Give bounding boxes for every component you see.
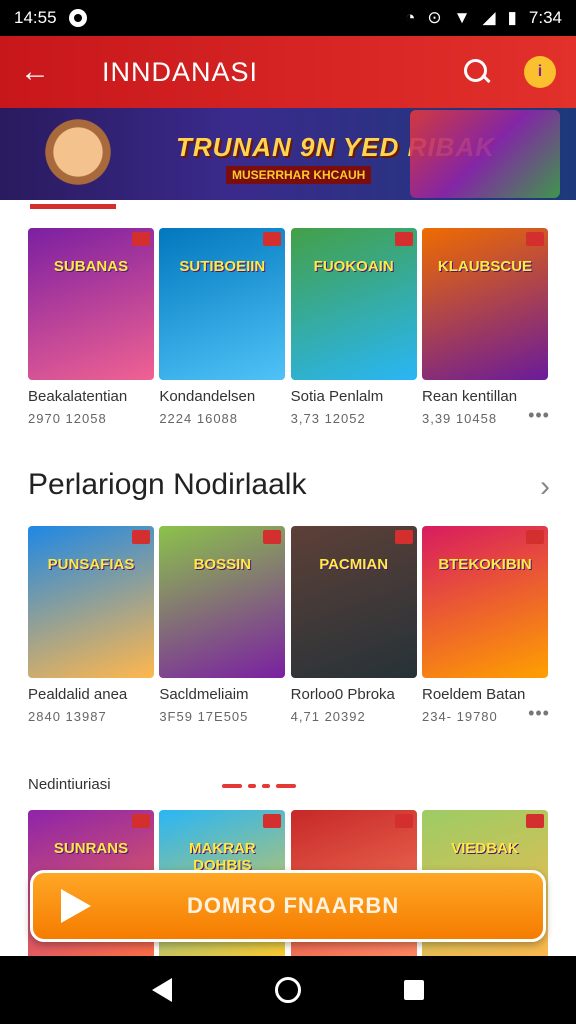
game-art-title: SUNRANS bbox=[53, 840, 129, 857]
game-thumbnail[interactable]: BOSSIN bbox=[159, 526, 286, 678]
ad-badge bbox=[394, 814, 413, 828]
banner-character-image bbox=[18, 116, 138, 200]
game-art-title: FUOKOAIN bbox=[313, 258, 394, 275]
game-thumbnail[interactable]: FUOKOAIN bbox=[290, 228, 417, 380]
game-thumbnail[interactable]: PUNSAFIAS bbox=[28, 526, 154, 678]
game-card[interactable]: BOSSIN Sacldmeliaim 3F59 17E505 bbox=[159, 526, 286, 724]
game-art-title: SUTIBOEIIN bbox=[179, 258, 266, 275]
carousel-dots bbox=[222, 784, 296, 788]
back-arrow-icon[interactable]: ← bbox=[20, 55, 60, 89]
ad-badge bbox=[132, 232, 150, 246]
nav-back-icon[interactable] bbox=[151, 978, 172, 1002]
more-options-icon[interactable]: ••• bbox=[528, 703, 550, 724]
game-name: Beakalatentian bbox=[28, 388, 128, 405]
battery-icon: ▮ bbox=[507, 8, 517, 27]
more-options-icon[interactable]: ••• bbox=[528, 405, 550, 426]
ad-badge bbox=[525, 530, 544, 544]
ad-badge bbox=[525, 232, 544, 246]
game-thumbnail[interactable]: PACMIAN bbox=[290, 526, 417, 678]
play-now-label: DOMRO FNAARBN bbox=[187, 893, 400, 918]
nav-home-icon[interactable] bbox=[274, 977, 301, 1003]
game-name: Kondandelsen bbox=[159, 388, 256, 405]
game-art-title: BOSSIN bbox=[193, 556, 252, 573]
ad-badge bbox=[263, 232, 282, 246]
nav-recents-icon[interactable] bbox=[404, 980, 425, 1000]
game-art-title: MAKRAR DOHBIS bbox=[188, 840, 256, 874]
play-icon bbox=[61, 889, 91, 923]
game-thumbnail[interactable]: SUTIBOEIIN bbox=[159, 228, 286, 380]
game-name: Sotia Penlalm bbox=[290, 388, 384, 405]
game-name: Sacldmeliaim bbox=[159, 686, 249, 703]
game-card[interactable]: BTEKOKIBIN Roeldem Batan 234- 19780 ••• bbox=[421, 526, 550, 724]
banner-subline: MUSERRHAR KHCAUH bbox=[226, 166, 372, 184]
notification-icon bbox=[68, 9, 87, 27]
game-name: Rorloo0 Pbroka bbox=[290, 686, 395, 703]
ad-badge bbox=[394, 232, 413, 246]
game-art-title: PUNSAFIAS bbox=[47, 556, 135, 573]
game-thumbnail[interactable]: BTEKOKIBIN bbox=[421, 526, 548, 678]
signal-icon: ◢ bbox=[482, 8, 496, 27]
app-bar: ← INNDANASI i bbox=[0, 36, 576, 108]
game-card[interactable]: SUTIBOEIIN Kondandelsen 2224 16088 bbox=[159, 228, 286, 426]
game-thumbnail[interactable]: KLAUBSCUE bbox=[421, 228, 548, 380]
game-meta: 2840 13987 bbox=[28, 709, 107, 724]
vibrate-icon: ⊙ bbox=[427, 8, 442, 27]
game-meta: 2970 12058 bbox=[28, 411, 107, 426]
game-name: Roeldem Batan bbox=[421, 686, 526, 703]
game-card[interactable]: PACMIAN Rorloo0 Pbroka 4,71 20392 bbox=[290, 526, 417, 724]
game-meta: 2224 16088 bbox=[159, 411, 239, 426]
game-art-title: PACMIAN bbox=[319, 556, 389, 573]
ad-badge bbox=[394, 530, 413, 544]
section-sub-label: Nedintiuriasi bbox=[28, 776, 111, 793]
game-name: Rean kentillan bbox=[421, 388, 518, 405]
game-thumbnail[interactable]: SUBANAS bbox=[28, 228, 154, 380]
ad-badge bbox=[525, 814, 544, 828]
game-meta: 3F59 17E505 bbox=[159, 709, 249, 724]
wifi-icon: ▼ bbox=[453, 8, 471, 27]
search-icon[interactable] bbox=[462, 57, 492, 87]
ad-badge bbox=[263, 530, 282, 544]
game-art-title: VIEDBAK bbox=[451, 840, 519, 857]
status-clock: 7:34 bbox=[528, 8, 562, 27]
game-art-title: KLAUBSCUE bbox=[437, 258, 533, 275]
promo-banner[interactable]: TRUNAN 9N YED RIBAK MUSERRHAR KHCAUH bbox=[0, 108, 576, 200]
profile-avatar[interactable]: i bbox=[524, 56, 556, 88]
game-card[interactable]: FUOKOAIN Sotia Penlalm 3,73 12052 bbox=[290, 228, 417, 426]
status-bar: 14:55 ◔ ⊙ ▼ ◢ ▮ 7:34 bbox=[0, 0, 576, 36]
section-title[interactable]: Perlariogn Nodirlaalk bbox=[28, 468, 306, 502]
game-meta: 4,71 20392 bbox=[290, 709, 366, 724]
app-title: INNDANASI bbox=[102, 56, 259, 87]
tab-indicator bbox=[30, 204, 116, 209]
system-nav-bar bbox=[0, 956, 576, 1024]
ad-badge bbox=[132, 530, 150, 544]
game-card[interactable]: KLAUBSCUE Rean kentillan 3,39 10458 ••• bbox=[421, 228, 550, 426]
game-name: Pealdalid anea bbox=[28, 686, 128, 703]
alarm-icon: ◔ bbox=[405, 8, 416, 27]
ad-badge bbox=[263, 814, 282, 828]
ad-badge bbox=[132, 814, 150, 828]
game-card[interactable]: SUBANAS Beakalatentian 2970 12058 bbox=[28, 228, 154, 426]
status-time: 14:55 bbox=[14, 8, 57, 27]
game-card[interactable]: PUNSAFIAS Pealdalid anea 2840 13987 bbox=[28, 526, 154, 724]
play-now-button[interactable]: DOMRO FNAARBN bbox=[30, 870, 546, 942]
game-meta: 3,73 12052 bbox=[290, 411, 366, 426]
game-art-title: BTEKOKIBIN bbox=[438, 556, 532, 573]
chevron-right-icon[interactable]: › bbox=[540, 470, 550, 504]
games-row-1: SUBANAS Beakalatentian 2970 12058 SUTIBOEII… bbox=[28, 228, 550, 426]
game-art-title: SUBANAS bbox=[53, 258, 129, 275]
games-row-2: PUNSAFIAS Pealdalid anea 2840 13987 BOSSIN S… bbox=[28, 526, 550, 724]
banner-phones-image bbox=[410, 110, 560, 198]
